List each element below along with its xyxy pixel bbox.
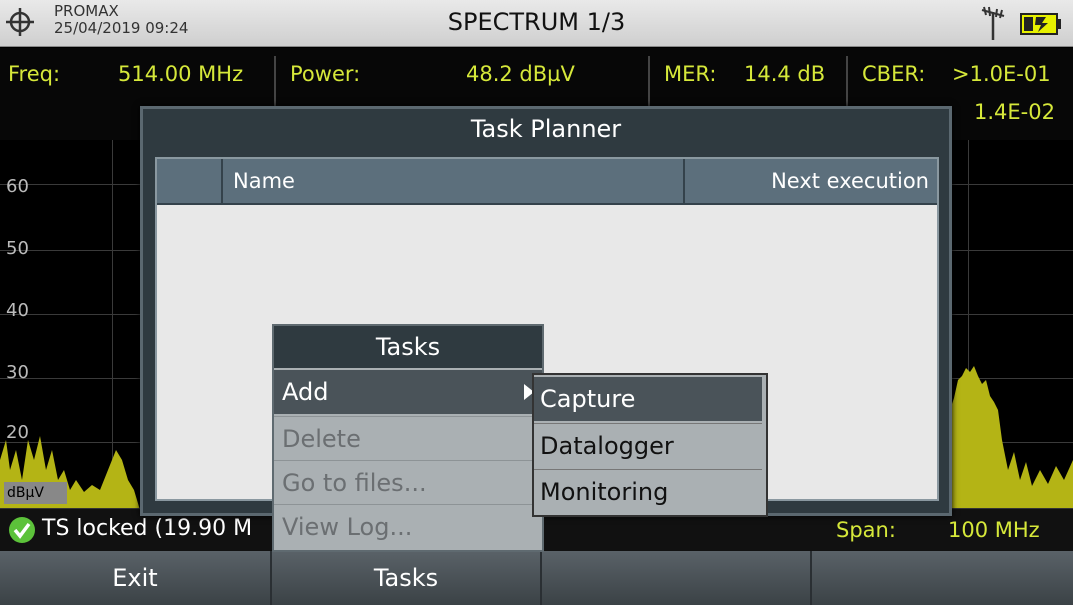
page-title: SPECTRUM 1/3 — [447, 8, 626, 36]
tasks-menu-header: Tasks — [274, 326, 542, 368]
span-value: 100 MHz — [948, 518, 1040, 542]
power-label: Power: — [290, 62, 361, 86]
freq-label: Freq: — [8, 62, 61, 86]
column-header-next-execution[interactable]: Next execution — [771, 169, 929, 193]
softkey-3[interactable] — [542, 551, 812, 605]
softkey-bar: Exit Tasks — [0, 551, 1073, 605]
column-header-name[interactable]: Name — [233, 169, 295, 193]
check-icon — [9, 517, 35, 543]
submenu-item-capture[interactable]: Capture — [534, 377, 762, 421]
menu-item-view-log[interactable]: View Log... — [274, 504, 542, 548]
submenu-item-datalogger[interactable]: Datalogger — [534, 423, 762, 467]
unit-label: dBµV — [4, 482, 67, 504]
tasks-menu: Tasks Add Delete Go to files... View Log… — [272, 324, 544, 552]
lock-status: TS locked (19.90 M — [42, 516, 253, 541]
menu-item-add[interactable]: Add — [274, 370, 542, 414]
spectrum-trace-right — [946, 366, 1073, 510]
battery-charging-icon — [1020, 13, 1061, 35]
menu-item-delete[interactable]: Delete — [274, 416, 542, 460]
freq-value: 514.00 MHz — [118, 62, 244, 86]
column-divider — [221, 159, 223, 203]
menu-item-label: Go to files... — [282, 469, 427, 497]
top-bar: PROMAX 25/04/2019 09:24 SPECTRUM 1/3 — [0, 0, 1073, 47]
menu-item-label: Add — [282, 378, 329, 406]
softkey-4[interactable] — [812, 551, 1073, 605]
menu-item-label: Delete — [282, 425, 361, 453]
dialog-title: Task Planner — [470, 115, 622, 143]
menu-item-go-to-files[interactable]: Go to files... — [274, 460, 542, 504]
add-submenu: Capture Datalogger Monitoring — [532, 373, 768, 517]
submenu-item-monitoring[interactable]: Monitoring — [534, 469, 762, 513]
mer-label: MER: — [664, 62, 717, 86]
cber-value: >1.0E-01 — [952, 62, 1051, 86]
column-divider — [683, 159, 685, 203]
table-header: Name Next execution — [157, 159, 937, 205]
exit-button[interactable]: Exit — [0, 551, 272, 605]
antenna-icon — [981, 6, 1005, 40]
mer-value: 14.4 dB — [744, 62, 826, 86]
menu-item-label: View Log... — [282, 513, 413, 541]
tasks-button[interactable]: Tasks — [272, 551, 542, 605]
cber-label: CBER: — [862, 62, 926, 86]
vber-value: 1.4E-02 — [974, 100, 1055, 124]
span-label: Span: — [836, 518, 896, 542]
power-value: 48.2 dBµV — [466, 62, 575, 86]
